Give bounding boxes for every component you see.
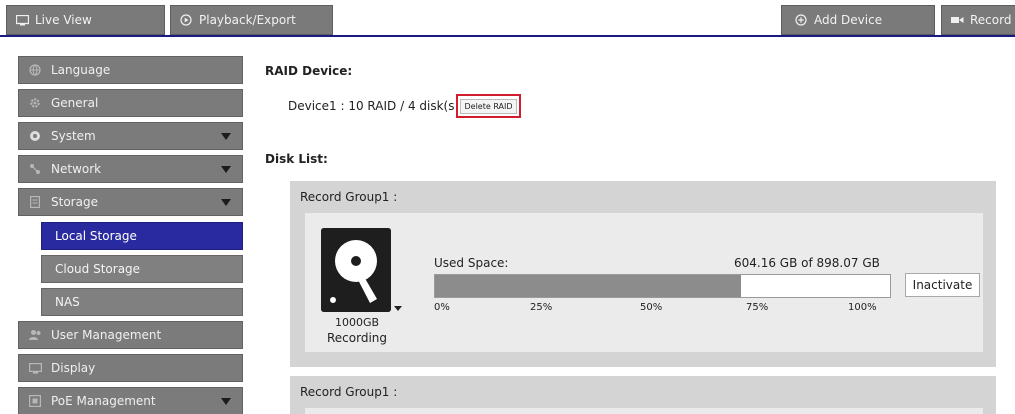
sidebar-subitem-label: Cloud Storage — [55, 262, 141, 276]
sidebar-item-label: Network — [51, 162, 102, 176]
inactivate-button[interactable]: Inactivate — [905, 273, 980, 297]
users-icon — [28, 329, 42, 341]
record-group-title: Record Group1 : — [300, 190, 398, 204]
record-group-title: Record Group1 : — [300, 385, 398, 399]
chevron-down-icon — [221, 199, 231, 206]
sidebar-item-user-management[interactable]: User Management — [18, 321, 243, 349]
play-circle-icon — [179, 14, 193, 26]
sidebar-item-label: Language — [51, 63, 111, 77]
used-space-label: Used Space: — [434, 256, 509, 270]
sidebar-subitem-cloud-storage[interactable]: Cloud Storage — [41, 255, 243, 283]
sidebar-subitem-label: NAS — [55, 295, 80, 309]
raid-device-info: Device1 : 10 RAID / 4 disk(s — [288, 99, 455, 113]
usage-tick-100: 100% — [848, 302, 877, 313]
tab-playback-export-label: Playback/Export — [199, 13, 296, 27]
disk-list-heading: Disk List: — [265, 152, 328, 166]
sidebar-item-label: Display — [51, 361, 96, 375]
display-icon — [28, 362, 42, 374]
add-device-label: Add Device — [814, 13, 883, 27]
network-icon — [28, 163, 42, 175]
sidebar-subitem-local-storage[interactable]: Local Storage — [41, 222, 243, 250]
sidebar-item-general[interactable]: General — [18, 89, 243, 117]
top-bar: Live View Playback/Export Add Device Rec… — [0, 0, 1015, 37]
sidebar-item-label: General — [51, 96, 99, 110]
usage-tick-75: 75% — [746, 302, 769, 313]
tab-live-view[interactable]: Live View — [6, 5, 165, 35]
chevron-down-icon — [221, 166, 231, 173]
add-device-button[interactable]: Add Device — [781, 5, 935, 35]
globe-icon — [28, 64, 42, 76]
sidebar-item-label: User Management — [51, 328, 162, 342]
raid-device-row: Device1 : 10 RAID / 4 disk(s Delete RAID — [288, 94, 521, 118]
disk-dropdown-icon[interactable] — [394, 306, 402, 311]
system-icon — [28, 130, 42, 142]
sidebar-item-display[interactable]: Display — [18, 354, 243, 382]
plus-circle-icon — [794, 14, 808, 26]
gear-icon — [28, 97, 42, 109]
video-camera-icon — [950, 14, 964, 26]
disk-status: Recording — [326, 331, 388, 345]
sidebar-item-label: PoE Management — [51, 394, 156, 408]
disk-card — [305, 408, 983, 414]
chevron-down-icon — [221, 133, 231, 140]
topbar-divider — [0, 35, 1015, 37]
sidebar-subitem-nas[interactable]: NAS — [41, 288, 243, 316]
sidebar-item-system[interactable]: System — [18, 122, 243, 150]
storage-icon — [28, 196, 42, 208]
sidebar-item-storage[interactable]: Storage — [18, 188, 243, 216]
tab-record-label: Record — [970, 13, 1012, 27]
monitor-icon — [15, 14, 29, 26]
tab-live-view-label: Live View — [35, 13, 92, 27]
poe-icon — [28, 395, 42, 407]
used-space-bar-fill — [435, 275, 742, 297]
sidebar-item-poe-management[interactable]: PoE Management — [18, 387, 243, 414]
delete-raid-highlight: Delete RAID — [456, 94, 521, 118]
delete-raid-button[interactable]: Delete RAID — [460, 99, 517, 114]
sidebar-subitem-label: Local Storage — [55, 229, 137, 243]
usage-tick-0: 0% — [434, 302, 450, 313]
sidebar-item-language[interactable]: Language — [18, 56, 243, 84]
sidebar-item-label: Storage — [51, 195, 98, 209]
used-space-bar — [434, 274, 891, 298]
tab-playback-export[interactable]: Playback/Export — [170, 5, 333, 35]
tab-record[interactable]: Record — [941, 5, 1015, 35]
usage-tick-25: 25% — [530, 302, 553, 313]
hard-disk-icon[interactable] — [321, 228, 391, 312]
raid-device-heading: RAID Device: — [265, 64, 353, 78]
used-space-value: 604.16 GB of 898.07 GB — [734, 256, 880, 270]
sidebar-item-network[interactable]: Network — [18, 155, 243, 183]
disk-size: 1000GB — [334, 316, 380, 329]
usage-tick-50: 50% — [640, 302, 663, 313]
sidebar-item-label: System — [51, 129, 96, 143]
chevron-down-icon — [221, 398, 231, 405]
